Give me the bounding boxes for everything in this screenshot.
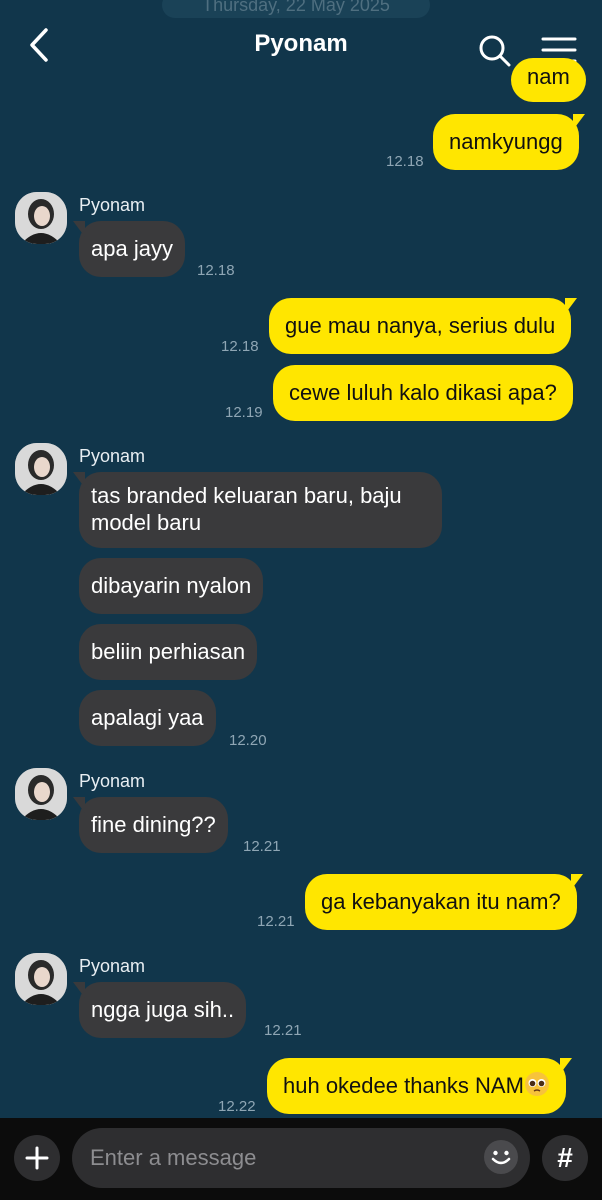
- sender-name: Pyonam: [79, 446, 146, 466]
- incoming-message[interactable]: dibayarin nyalon: [79, 558, 264, 614]
- avatar[interactable]: [15, 768, 67, 820]
- incoming-message[interactable]: ngga juga sih..: [72, 982, 247, 1038]
- message-timestamp: 12.20: [229, 732, 267, 749]
- sender-name: Pyonam: [79, 956, 146, 976]
- message-timestamp: 12.18: [221, 338, 259, 355]
- emoji-button[interactable]: [482, 1138, 520, 1176]
- outgoing-message[interactable]: ga kebanyakan itu nam?: [305, 874, 583, 930]
- message-text: huh okedee thanks NAM: [283, 1073, 524, 1098]
- outgoing-message[interactable]: huh okedee thanks NAM: [267, 1058, 572, 1114]
- pleading-face-emoji: [524, 1072, 549, 1096]
- message-timestamp: 12.21: [257, 913, 295, 930]
- incoming-message[interactable]: apalagi yaa: [79, 690, 216, 746]
- outgoing-message[interactable]: nam: [511, 58, 586, 102]
- message-input-bar: #: [0, 1118, 602, 1200]
- message-timestamp: 12.19: [225, 404, 263, 421]
- plus-icon: [25, 1146, 49, 1170]
- incoming-message[interactable]: beliin perhiasan: [79, 624, 258, 680]
- message-timestamp: 12.22: [218, 1098, 256, 1115]
- search-icon: [479, 35, 511, 67]
- outgoing-message[interactable]: gue mau nanya, serius dulu: [269, 298, 578, 354]
- message-timestamp: 12.18: [386, 153, 424, 170]
- message-timestamp: 12.21: [264, 1022, 302, 1039]
- avatar[interactable]: [15, 953, 67, 1005]
- incoming-message[interactable]: tas branded keluaran baru, baju model ba…: [73, 472, 442, 548]
- attach-button[interactable]: [14, 1135, 60, 1181]
- sender-name: Pyonam: [79, 771, 146, 791]
- avatar[interactable]: [15, 443, 67, 495]
- incoming-message[interactable]: fine dining??: [73, 797, 228, 853]
- message-timestamp: 12.18: [197, 262, 235, 279]
- incoming-message[interactable]: apa jayy: [73, 221, 185, 277]
- message-line: tas branded keluaran baru, baju: [91, 483, 402, 508]
- search-button[interactable]: [478, 34, 512, 68]
- avatar[interactable]: [15, 192, 67, 244]
- message-line: model baru: [91, 510, 202, 535]
- message-input[interactable]: [72, 1128, 530, 1188]
- outgoing-message[interactable]: namkyungg: [433, 114, 585, 170]
- emoji-smile-icon: [484, 1140, 518, 1174]
- outgoing-message[interactable]: cewe luluh kalo dikasi apa?: [273, 365, 573, 421]
- message-timestamp: 12.21: [243, 838, 281, 855]
- sender-name: Pyonam: [79, 195, 146, 215]
- hashtag-button[interactable]: #: [542, 1135, 588, 1181]
